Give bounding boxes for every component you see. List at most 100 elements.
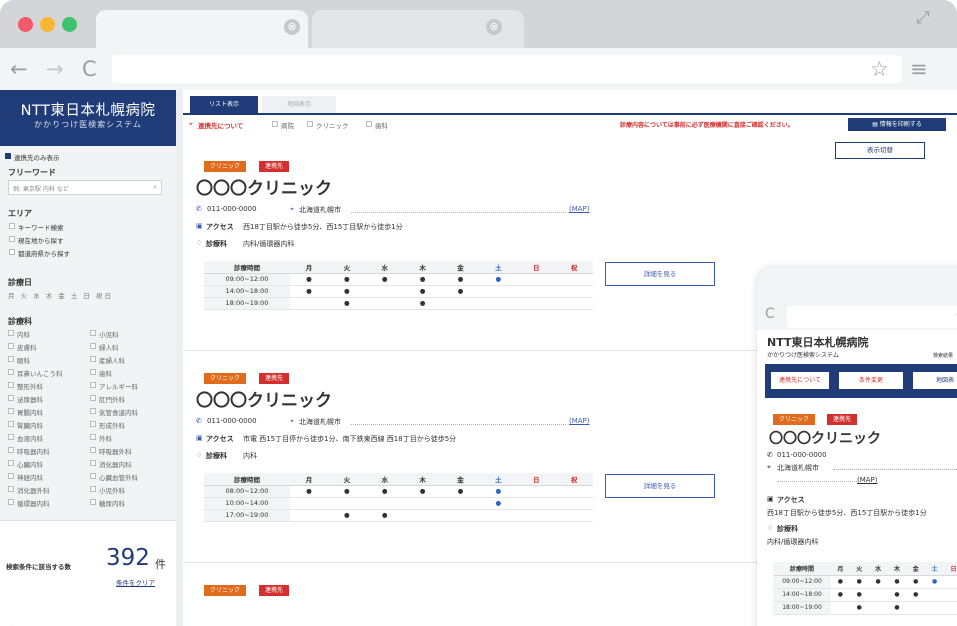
department-checkbox[interactable] (8, 447, 14, 453)
department-checkbox[interactable] (90, 330, 96, 336)
department-label: 診療科 (206, 452, 227, 460)
clinic-phone: 011-000-0000 (207, 205, 257, 213)
mobile-address-bar[interactable]: ☆ (787, 306, 957, 328)
department-checkbox[interactable] (8, 356, 14, 362)
freeword-input[interactable]: 例: 東京駅 内科 など ⌕ (8, 180, 162, 195)
about-partners-link[interactable]: 連携先について (198, 120, 243, 130)
browser-tab-inactive[interactable]: ⊗ (312, 10, 524, 48)
forward-arrow-icon[interactable]: → (46, 57, 64, 81)
department-checkbox[interactable] (90, 395, 96, 401)
back-arrow-icon[interactable]: ← (10, 57, 28, 81)
mobile-tab-map[interactable]: 地図表 (913, 372, 957, 389)
tab-close-icon[interactable]: ⊗ (284, 19, 300, 35)
schedule-row: 14:00~18:00 ● ● ● ● (204, 285, 593, 298)
type-checkbox[interactable] (307, 121, 313, 127)
department-checkbox[interactable] (8, 395, 14, 401)
department-checkbox[interactable] (8, 330, 14, 336)
schedule-time: 14:00~18:00 (204, 285, 290, 298)
department-checkbox[interactable] (90, 421, 96, 427)
view-details-button[interactable]: 詳細を見る (605, 474, 715, 498)
department-label: 消化器外科 (17, 487, 50, 495)
clinic-name[interactable]: 〇〇〇クリニック (196, 386, 332, 411)
result-count-panel: 検索条件に該当する数 392 件 条件をクリア (0, 520, 176, 626)
department-checkbox[interactable] (90, 408, 96, 414)
tab-map-view[interactable]: 地図表示 (262, 96, 336, 113)
department-checkbox[interactable] (8, 382, 14, 388)
department-checkbox[interactable] (8, 408, 14, 414)
department-checkbox[interactable] (8, 343, 14, 349)
department-checkbox[interactable] (8, 499, 14, 505)
schedule-mark: ● (327, 509, 366, 522)
department-checkbox[interactable] (90, 369, 96, 375)
tab-list-view[interactable]: リスト表示 (190, 96, 258, 113)
mobile-reload-icon[interactable]: C (765, 306, 775, 322)
schedule-time: 18:00~19:00 (204, 297, 290, 310)
area-option-checkbox[interactable] (9, 249, 15, 255)
clinic-map-link[interactable]: (MAP) (569, 417, 590, 425)
close-window-dot[interactable] (18, 17, 33, 32)
mobile-map-link[interactable]: (MAP) (857, 476, 878, 484)
type-label: 歯科 (375, 122, 388, 130)
browser-toolbar: ← → C ☆ ≡ (0, 48, 957, 90)
department-checkbox[interactable] (8, 369, 14, 375)
department-checkbox[interactable] (90, 499, 96, 505)
area-option-checkbox[interactable] (9, 236, 15, 242)
search-icon[interactable]: ⌕ (153, 183, 157, 192)
expand-icon[interactable]: ⤢ (916, 8, 930, 28)
department-checkbox[interactable] (8, 486, 14, 492)
type-checkbox[interactable] (366, 121, 372, 127)
schedule-mark (555, 273, 593, 286)
clear-conditions-link[interactable]: 条件をクリア (116, 577, 155, 587)
days-label: 診療日 (8, 278, 32, 287)
bookmark-star-icon[interactable]: ☆ (870, 57, 889, 81)
view-details-button[interactable]: 詳細を見る (605, 262, 715, 286)
department-checkbox[interactable] (90, 447, 96, 453)
mobile-schedule-row: 09:00~12:00 ● ● ● ● ● ● (773, 575, 957, 589)
stage: ⊗ ⊗ ⤢ ← → C ☆ ≡ NTT東日本札幌病院 かかりつけ医検索システム … (0, 0, 957, 626)
mobile-schedule-mark: ● (831, 588, 850, 602)
department-checkbox[interactable] (90, 486, 96, 492)
mobile-tab-conditions[interactable]: 条件変更 (839, 372, 903, 389)
browser-menu-icon[interactable]: ≡ (910, 57, 928, 81)
department-checkbox[interactable] (8, 473, 14, 479)
department-checkbox[interactable] (90, 434, 96, 440)
department-checkbox[interactable] (90, 460, 96, 466)
type-label: 病院 (281, 122, 294, 130)
mobile-tab-about[interactable]: 連携先について (771, 372, 829, 389)
mobile-schedule-time: 09:00~12:00 (773, 575, 831, 589)
department-checkbox[interactable] (8, 434, 14, 440)
browser-tab-active[interactable]: ⊗ (96, 10, 308, 48)
mobile-schedule-row: 18:00~19:00 ● ● (773, 601, 957, 615)
department-label: 消化器内科 (99, 461, 132, 469)
reload-icon[interactable]: C (82, 57, 97, 81)
mobile-access-icon: ▣ (767, 495, 774, 503)
hospital-brand[interactable]: NTT東日本札幌病院 かかりつけ医検索システム (0, 90, 176, 146)
print-button[interactable]: ▤ 情報を印刷する (848, 118, 946, 131)
mobile-address-leader (833, 469, 957, 470)
affiliated-only-checkbox[interactable] (5, 153, 11, 159)
minimize-window-dot[interactable] (40, 17, 55, 32)
department-label: 婦人科 (99, 344, 119, 352)
department-checkbox[interactable] (8, 421, 14, 427)
clinic-map-link[interactable]: (MAP) (569, 205, 590, 213)
maximize-window-dot[interactable] (62, 17, 77, 32)
department-label: 産婦人科 (99, 357, 125, 365)
tab-close-icon[interactable]: ⊗ (486, 19, 502, 35)
clinic-address: 北海道札幌市 (299, 418, 341, 426)
department-checkbox[interactable] (90, 382, 96, 388)
department-checkbox[interactable] (8, 460, 14, 466)
address-bar[interactable] (112, 55, 902, 83)
department-checkbox[interactable] (90, 343, 96, 349)
days-options[interactable]: 月 火 水 木 金 土 日 祝日 (8, 290, 113, 300)
department-checkbox[interactable] (90, 356, 96, 362)
display-toggle-button[interactable]: 表示切替 (835, 142, 925, 159)
mobile-clinic-name[interactable]: 〇〇〇クリニック (769, 428, 881, 448)
department-checkbox[interactable] (90, 473, 96, 479)
area-option-checkbox[interactable] (9, 223, 15, 229)
schedule-mark (365, 285, 404, 298)
print-icon: ▤ (872, 121, 880, 128)
mobile-schedule-mark: ● (887, 588, 907, 602)
clinic-name[interactable]: 〇〇〇クリニック (196, 174, 332, 199)
type-checkbox[interactable] (272, 121, 278, 127)
schedule-mark: ● (403, 297, 442, 310)
